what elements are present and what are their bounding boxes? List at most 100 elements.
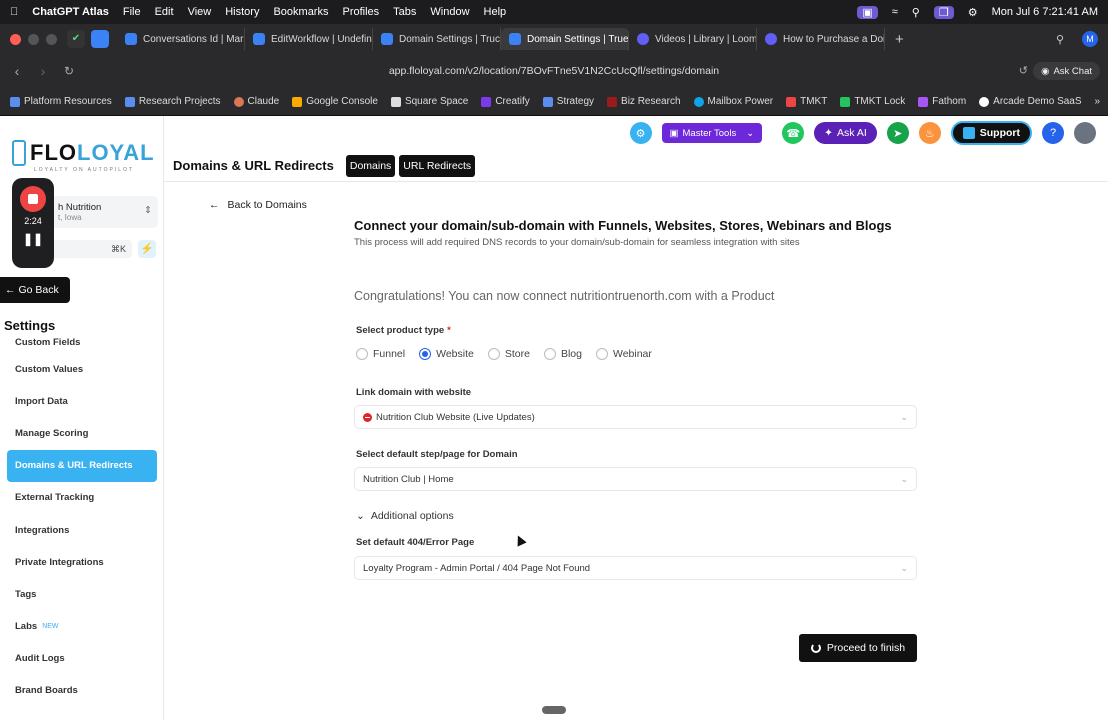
back-to-domains-link[interactable]: ← Back to Domains — [209, 199, 307, 211]
refresh-page-icon[interactable]: ↺ — [1019, 64, 1028, 77]
reload-icon[interactable]: ↻ — [56, 64, 82, 78]
notification-bell-icon[interactable]: ♨ — [918, 122, 941, 144]
radio-webinar[interactable]: Webinar — [595, 348, 652, 360]
url-field[interactable]: app.floloyal.com/v2/location/7BOvFTne5V1… — [0, 65, 1108, 77]
sidebar-item-custom-values[interactable]: Custom Values — [7, 353, 157, 385]
macos-menubar:  ChatGPT Atlas File Edit View History B… — [0, 0, 1108, 24]
bookmark-item[interactable]: Google Console — [292, 96, 378, 107]
loom-favicon-icon — [637, 33, 649, 45]
browser-tab[interactable]: Videos | Library | Loom — [629, 28, 757, 50]
sidebar-item-custom-fields[interactable]: Custom Fields — [7, 335, 157, 353]
sidebar-item-import-data[interactable]: Import Data — [7, 385, 157, 417]
user-avatar[interactable] — [1074, 122, 1096, 144]
bookmark-item[interactable]: TMKT Lock — [840, 96, 905, 107]
browser-tab[interactable]: Conversations Id | Mar — [117, 28, 245, 50]
error-page-select[interactable]: Loyalty Program - Admin Portal / 404 Pag… — [354, 556, 917, 580]
tmkt-icon — [786, 96, 797, 107]
pinned-tab[interactable]: ✔ — [67, 30, 85, 48]
menu-window[interactable]: Window — [430, 6, 469, 18]
browser-tab[interactable]: EditWorkflow | Undefin — [245, 28, 373, 50]
scroll-handle[interactable] — [542, 706, 566, 714]
radio-funnel[interactable]: Funnel — [356, 348, 405, 360]
floloyal-logo[interactable]: FLOLOYAL LOYALTY ON AUTOPILOT — [12, 140, 155, 173]
menu-edit[interactable]: Edit — [155, 6, 174, 18]
new-tab-button[interactable]: + — [895, 31, 904, 48]
gear-icon[interactable]: ⚙ — [629, 122, 652, 144]
close-window-button[interactable] — [10, 33, 21, 45]
menu-profiles[interactable]: Profiles — [342, 6, 379, 18]
pinned-tab-floloyal[interactable] — [91, 30, 109, 48]
phone-call-icon[interactable]: ☎ — [782, 122, 805, 144]
maximize-window-button[interactable] — [46, 33, 57, 45]
screen-share-icon[interactable]: ❐ — [933, 5, 954, 19]
pause-icon[interactable]: ❚❚ — [23, 232, 43, 246]
apple-icon[interactable]:  — [10, 6, 18, 18]
sidebar-item-external-tracking[interactable]: External Tracking — [7, 482, 157, 514]
bookmark-item[interactable]: TMKT — [786, 96, 827, 107]
control-center-icon[interactable]: ⚙ — [968, 6, 978, 19]
radio-circle — [543, 348, 556, 360]
menu-view[interactable]: View — [188, 6, 212, 18]
sidebar-item-domains[interactable]: Domains & URL Redirects — [7, 449, 157, 482]
sidebar-item-private-integrations[interactable]: Private Integrations — [7, 546, 157, 578]
radio-store[interactable]: Store — [487, 348, 530, 360]
menu-file[interactable]: File — [123, 6, 141, 18]
radio-blog[interactable]: Blog — [543, 348, 582, 360]
tab-domains[interactable]: Domains — [345, 154, 396, 177]
bookmark-item[interactable]: Research Projects — [124, 96, 221, 107]
location-switcher[interactable]: h Nutrition t, Iowa ⇕ — [50, 196, 158, 228]
bookmark-item[interactable]: Creatify — [481, 96, 530, 107]
screen-record-icon[interactable]: ▣ — [857, 5, 878, 19]
favicon-icon — [509, 33, 521, 45]
bookmark-item[interactable]: Fathom — [918, 96, 966, 107]
sidebar-item-labs[interactable]: Labs NEW — [7, 611, 157, 643]
settings-nav: Custom Fields Custom Values Import Data … — [7, 335, 157, 707]
go-back-button[interactable]: ← Go Back — [0, 277, 70, 303]
wifi-icon[interactable]: ≈ — [892, 6, 898, 18]
tab-search-icon[interactable]: ⚲ — [1056, 33, 1064, 46]
menu-help[interactable]: Help — [484, 6, 507, 18]
support-button[interactable]: Support — [950, 121, 1032, 145]
sidebar-item-audit-logs[interactable]: Audit Logs — [7, 643, 157, 675]
lightning-icon[interactable]: ⚡ — [138, 240, 156, 258]
minimize-window-button[interactable] — [28, 33, 39, 45]
bookmark-item[interactable]: Platform Resources — [10, 96, 112, 107]
proceed-to-finish-button[interactable]: Proceed to finish — [799, 634, 917, 662]
master-tools-dropdown[interactable]: ▣ Master Tools ⌄ — [661, 123, 763, 143]
sidebar-item-tags[interactable]: Tags — [7, 578, 157, 610]
stop-recording-button[interactable] — [20, 186, 46, 212]
radio-website[interactable]: Website — [419, 348, 474, 360]
sidebar-item-manage-scoring[interactable]: Manage Scoring — [7, 417, 157, 449]
bookmark-item[interactable]: Strategy — [542, 96, 594, 107]
additional-options-toggle[interactable]: ⌄ Additional options — [356, 510, 454, 522]
forward-arrow-icon[interactable]: › — [30, 63, 56, 79]
website-select[interactable]: Nutrition Club Website (Live Updates) ⌄ — [354, 405, 917, 429]
search-icon[interactable]: ⚲ — [912, 6, 920, 19]
ask-chat-button[interactable]: ◉ Ask Chat — [1033, 62, 1100, 80]
ask-ai-button[interactable]: ✦ Ask AI — [814, 122, 877, 144]
browser-tab[interactable]: Domain Settings | Truc — [373, 28, 501, 50]
more-bookmarks-button[interactable]: » — [1095, 96, 1101, 107]
back-arrow-icon[interactable]: ‹ — [4, 63, 30, 79]
tab-url-redirects[interactable]: URL Redirects — [399, 154, 476, 177]
browser-tab-active[interactable]: Domain Settings | True — [501, 28, 629, 50]
sidebar-item-integrations[interactable]: Integrations — [7, 514, 157, 546]
app-name[interactable]: ChatGPT Atlas — [32, 6, 109, 18]
megaphone-icon[interactable]: ➤ — [886, 122, 909, 144]
app-topbar: ⚙ ▣ Master Tools ⌄ ☎ ✦ Ask AI ➤ ♨ Suppor… — [164, 116, 1108, 150]
bookmark-item[interactable]: Square Space — [390, 96, 468, 107]
help-icon[interactable]: ? — [1042, 122, 1064, 144]
menu-bookmarks[interactable]: Bookmarks — [273, 6, 328, 18]
bookmark-item[interactable]: Biz Research — [607, 96, 681, 107]
clock[interactable]: Mon Jul 6 7:21:41 AM — [992, 6, 1098, 18]
bookmark-item[interactable]: Arcade Demo SaaS — [979, 96, 1082, 107]
sidebar-item-brand-boards[interactable]: Brand Boards — [7, 675, 157, 707]
menu-tabs[interactable]: Tabs — [393, 6, 416, 18]
default-step-select[interactable]: Nutrition Club | Home ⌄ — [354, 467, 917, 491]
creatify-icon — [481, 96, 492, 107]
browser-tab[interactable]: How to Purchase a Doi — [757, 28, 885, 50]
bookmark-item[interactable]: Claude — [233, 96, 279, 107]
bookmark-item[interactable]: Mailbox Power — [693, 96, 773, 107]
menu-history[interactable]: History — [225, 6, 259, 18]
profile-avatar[interactable]: M — [1082, 31, 1098, 47]
